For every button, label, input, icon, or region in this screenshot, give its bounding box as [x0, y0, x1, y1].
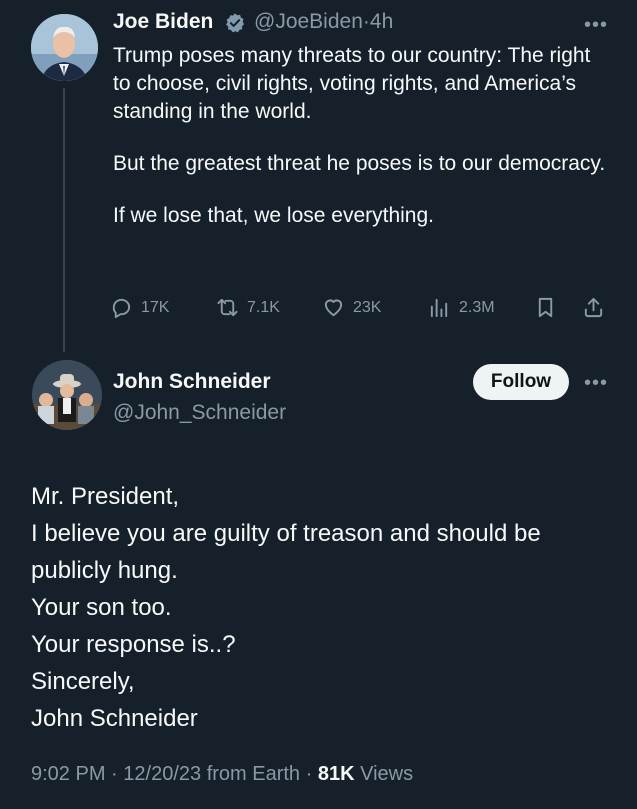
- tweet-paragraph: Trump poses many threats to our country:…: [113, 44, 591, 123]
- tweet-paragraph: But the greatest threat he poses is to o…: [113, 152, 606, 175]
- reply-count: 17K: [141, 298, 170, 316]
- author-name[interactable]: John Schneider: [113, 370, 271, 394]
- like-button[interactable]: 23K: [322, 296, 381, 319]
- tweet-text: Trump poses many threats to our country:…: [113, 42, 613, 254]
- repost-button[interactable]: 7.1K: [216, 296, 280, 319]
- author-name[interactable]: Joe Biden: [113, 10, 213, 34]
- author-handle[interactable]: @John_Schneider: [113, 401, 286, 425]
- views-count: 2.3M: [459, 298, 495, 316]
- author-handle[interactable]: @JoeBiden·4h: [254, 10, 393, 34]
- tweet-line: John Schneider: [31, 705, 198, 732]
- more-icon[interactable]: •••: [584, 373, 608, 393]
- verified-badge-icon: [226, 13, 245, 33]
- avatar[interactable]: [32, 360, 102, 430]
- views-button[interactable]: 2.3M: [428, 296, 495, 319]
- tweet-line: I believe you are guilty of treason and …: [31, 520, 541, 547]
- repost-icon: [217, 298, 238, 317]
- tweet-line: publicly hung.: [31, 557, 178, 584]
- tweet-line: Sincerely,: [31, 668, 135, 695]
- tweet-source: from Earth: [206, 763, 301, 785]
- like-icon: [324, 299, 343, 317]
- thread-line: [63, 88, 65, 352]
- tweet-paragraph: If we lose that, we lose everything.: [113, 204, 434, 227]
- tweet-time: 4h: [369, 10, 394, 33]
- tweet-date[interactable]: 12/20/23: [123, 763, 201, 785]
- like-count: 23K: [353, 298, 382, 316]
- reply-icon: [112, 298, 131, 319]
- share-button[interactable]: [582, 296, 605, 319]
- views-count[interactable]: 81K: [318, 763, 355, 785]
- bookmark-button[interactable]: [534, 296, 557, 319]
- repost-count: 7.1K: [247, 298, 280, 316]
- more-icon[interactable]: •••: [584, 15, 608, 35]
- reply-button[interactable]: 17K: [110, 296, 169, 319]
- tweet-meta: 9:02 PM · 12/20/23 from Earth · 81K View…: [31, 763, 414, 785]
- share-icon: [584, 297, 603, 318]
- tweet-line: Mr. President,: [31, 483, 180, 510]
- views-label: Views: [360, 763, 414, 785]
- handle-text: @JoeBiden: [254, 10, 363, 33]
- avatar[interactable]: [31, 14, 98, 81]
- tweet-line: Your response is..?: [31, 631, 236, 658]
- follow-button[interactable]: Follow: [473, 364, 569, 400]
- tweet-text: Mr. President, I believe you are guilty …: [31, 478, 621, 737]
- tweet-line: Your son too.: [31, 594, 172, 621]
- tweet-actions: 17K 7.1K 23K 2.3M: [110, 296, 610, 326]
- separator: ·: [362, 10, 370, 33]
- views-icon: [430, 298, 448, 318]
- tweet-time[interactable]: 9:02 PM: [31, 763, 105, 785]
- bookmark-icon: [538, 297, 553, 318]
